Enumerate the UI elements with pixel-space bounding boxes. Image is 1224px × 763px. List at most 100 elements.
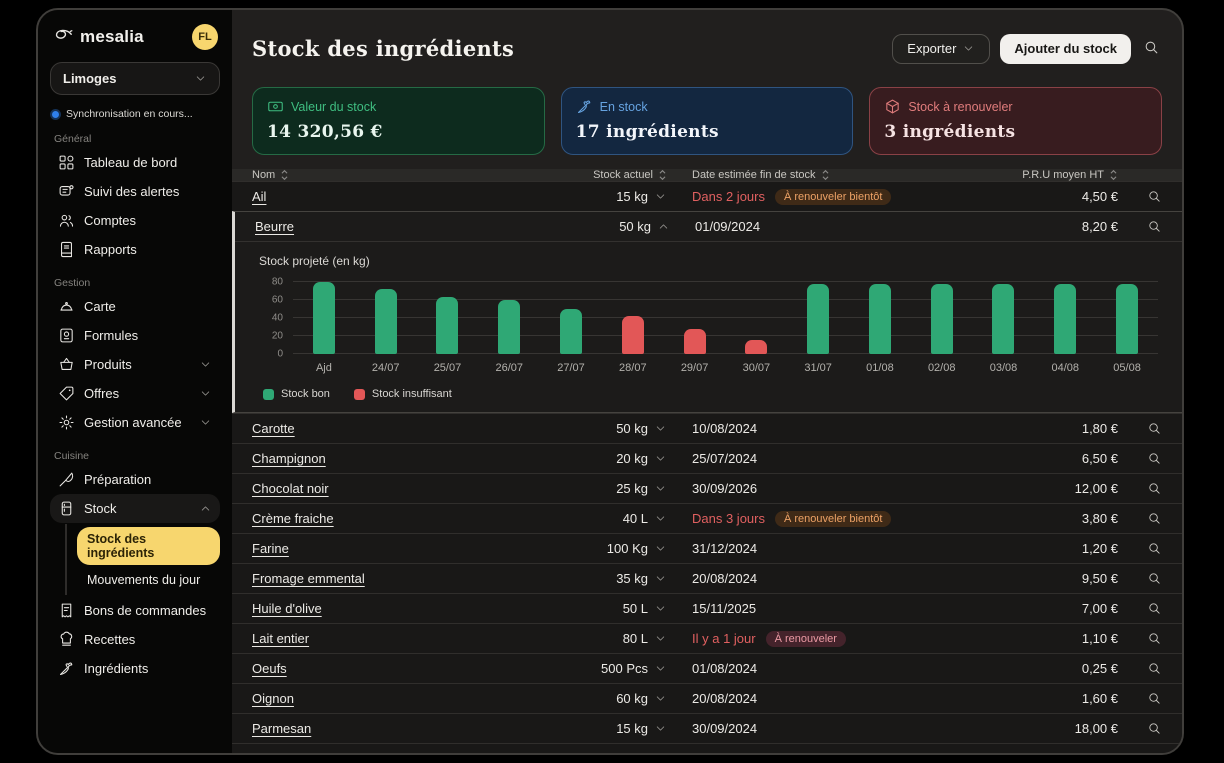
export-button[interactable]: Exporter: [892, 34, 990, 64]
row-action[interactable]: [1118, 541, 1162, 556]
stock-cell[interactable]: 500 Pcs: [477, 661, 667, 676]
stock-cell[interactable]: 80 L: [477, 631, 667, 646]
row-action[interactable]: [1118, 451, 1162, 466]
ingredient-name-link[interactable]: Ail: [252, 189, 266, 204]
table-row[interactable]: Champignon 20 kg 25/07/2024 6,50 €: [232, 443, 1182, 473]
table-row[interactable]: Lait entier 80 L Il y a 1 jour À renouve…: [232, 623, 1182, 653]
table-row[interactable]: Huile d'olive 50 L 15/11/2025 7,00 €: [232, 593, 1182, 623]
row-action[interactable]: [1118, 511, 1162, 526]
ingredient-name-link[interactable]: Beurre: [255, 219, 294, 234]
stock-cell[interactable]: 40 L: [477, 511, 667, 526]
sidebar-item-comptes[interactable]: Comptes: [50, 206, 220, 235]
date-cell: Il y a 1 jour À renouveler: [667, 631, 1012, 647]
table-row[interactable]: Crème fraiche 40 L Dans 3 jours À renouv…: [232, 503, 1182, 533]
ingredient-name-link[interactable]: Chocolat noir: [252, 481, 329, 496]
sidebar-item-tableau-de-bord[interactable]: Tableau de bord: [50, 148, 220, 177]
table-row[interactable]: Carotte 50 kg 10/08/2024 1,80 €: [232, 413, 1182, 443]
chart-title: Stock projeté (en kg): [259, 254, 1158, 268]
submenu-item-stock-des-ingredients[interactable]: Stock des ingrédients: [77, 527, 220, 565]
stock-cell[interactable]: 50 kg: [480, 219, 670, 234]
sidebar-item-rapports[interactable]: Rapports: [50, 235, 220, 264]
stock-cell[interactable]: 15 kg: [477, 721, 667, 736]
row-action[interactable]: [1118, 721, 1162, 736]
sidebar-item-offres[interactable]: Offres: [50, 379, 220, 408]
stock-value: 500 Pcs: [601, 661, 648, 676]
sidebar-item-ingredients[interactable]: Ingrédients: [50, 654, 220, 683]
table-row[interactable]: Farine 100 Kg 31/12/2024 1,20 €: [232, 533, 1182, 563]
ingredient-name-link[interactable]: Huile d'olive: [252, 601, 322, 616]
ingredient-name-link[interactable]: Champignon: [252, 451, 326, 466]
table-row[interactable]: Fromage emmental 35 kg 20/08/2024 9,50 €: [232, 563, 1182, 593]
add-stock-button[interactable]: Ajouter du stock: [1000, 34, 1131, 64]
x-axis-label: 30/07: [725, 362, 787, 374]
search-row-icon: [1147, 661, 1162, 676]
stock-cell[interactable]: 20 kg: [477, 451, 667, 466]
ingredient-name-link[interactable]: Lait entier: [252, 631, 309, 646]
avatar[interactable]: FL: [192, 24, 218, 50]
row-action[interactable]: [1118, 481, 1162, 496]
table-row[interactable]: Oeufs 500 Pcs 01/08/2024 0,25 €: [232, 653, 1182, 683]
chart-bar: [931, 284, 953, 354]
submenu-item-mouvements-du-jour[interactable]: Mouvements du jour: [77, 568, 220, 592]
column-header-pru-moyen-ht[interactable]: P.R.U moyen HT: [1012, 169, 1118, 181]
sidebar: mesalia FL Limoges Synchronisation en co…: [38, 10, 232, 753]
search-row-icon: [1147, 571, 1162, 586]
ingredient-name-link[interactable]: Crème fraiche: [252, 511, 334, 526]
status-badge: À renouveler bientôt: [775, 511, 891, 527]
stock-cell[interactable]: 25 kg: [477, 481, 667, 496]
table-row[interactable]: Persil 30 Unités 28/07/2024 1,20 €: [232, 743, 1182, 753]
location-select[interactable]: Limoges: [50, 62, 220, 95]
column-header-date-fin-de-stock[interactable]: Date estimée fin de stock: [667, 169, 1012, 181]
row-action[interactable]: [1118, 219, 1162, 234]
stat-cards: Valeur du stock 14 320,56 € En stock 17 …: [232, 85, 1182, 169]
date-cell: 30/09/2024: [667, 721, 1012, 736]
sidebar-item-stock[interactable]: Stock: [50, 494, 220, 523]
table-row[interactable]: Beurre 50 kg 01/09/2024 8,20 €: [235, 212, 1182, 242]
stock-cell[interactable]: 100 Kg: [477, 541, 667, 556]
sidebar-item-preparation[interactable]: Préparation: [50, 465, 220, 494]
sidebar-item-label: Stock: [84, 501, 117, 516]
ingredient-name-link[interactable]: Farine: [252, 541, 289, 556]
ingredient-name-link[interactable]: Carotte: [252, 421, 295, 436]
column-header-nom[interactable]: Nom: [252, 169, 477, 181]
row-action[interactable]: [1118, 189, 1162, 204]
date-text: 01/09/2024: [695, 219, 760, 234]
row-action[interactable]: [1118, 421, 1162, 436]
section-label-general: Général: [54, 133, 216, 145]
sidebar-item-produits[interactable]: Produits: [50, 350, 220, 379]
stock-cell[interactable]: 60 kg: [477, 691, 667, 706]
ingredient-name-link[interactable]: Parmesan: [252, 721, 311, 736]
ingredient-name-link[interactable]: Fromage emmental: [252, 571, 365, 586]
row-action[interactable]: [1118, 691, 1162, 706]
table-row[interactable]: Chocolat noir 25 kg 30/09/2026 12,00 €: [232, 473, 1182, 503]
row-action[interactable]: [1118, 661, 1162, 676]
sidebar-item-recettes[interactable]: Recettes: [50, 625, 220, 654]
chevron-down-icon: [654, 190, 667, 203]
sidebar-item-gestion-avancee[interactable]: Gestion avancée: [50, 408, 220, 437]
sidebar-item-bons-de-commandes[interactable]: Bons de commandes: [50, 596, 220, 625]
table-row[interactable]: Parmesan 15 kg 30/09/2024 18,00 €: [232, 713, 1182, 743]
ingredient-name-link[interactable]: Oignon: [252, 691, 294, 706]
stock-cell[interactable]: 50 kg: [477, 421, 667, 436]
row-action[interactable]: [1118, 631, 1162, 646]
table-row[interactable]: Ail 15 kg Dans 2 jours À renouveler bien…: [232, 181, 1182, 211]
stock-cell[interactable]: 30 Unités: [477, 751, 667, 753]
date-text: 31/12/2024: [692, 541, 757, 556]
stock-cell[interactable]: 15 kg: [477, 189, 667, 204]
table-row[interactable]: Oignon 60 kg 20/08/2024 1,60 €: [232, 683, 1182, 713]
ingredient-name-link[interactable]: Oeufs: [252, 661, 287, 676]
stock-cell[interactable]: 50 L: [477, 601, 667, 616]
stock-cell[interactable]: 35 kg: [477, 571, 667, 586]
row-action[interactable]: [1118, 571, 1162, 586]
sidebar-item-formules[interactable]: Formules: [50, 321, 220, 350]
ingredient-name-link[interactable]: Persil: [252, 751, 285, 753]
status-badge: À renouveler: [766, 631, 846, 647]
sidebar-item-suivi-des-alertes[interactable]: Suivi des alertes: [50, 177, 220, 206]
column-header-stock-actuel[interactable]: Stock actuel: [477, 169, 667, 181]
row-action[interactable]: [1118, 751, 1162, 753]
sidebar-item-carte[interactable]: Carte: [50, 292, 220, 321]
row-action[interactable]: [1118, 601, 1162, 616]
date-text: 20/08/2024: [692, 691, 757, 706]
date-text: 20/08/2024: [692, 571, 757, 586]
search-button[interactable]: [1141, 39, 1162, 59]
